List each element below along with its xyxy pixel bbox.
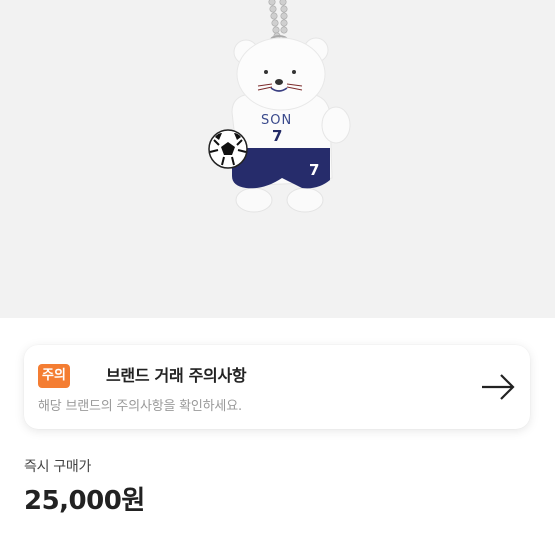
svg-text:SON: SON xyxy=(261,113,292,128)
product-image[interactable]: 7 SON 7 xyxy=(0,0,555,318)
svg-text:7: 7 xyxy=(309,161,319,179)
ball-chain xyxy=(268,0,288,40)
notice-description: 해당 브랜드의 주의사항을 확인하세요. xyxy=(38,399,242,414)
svg-text:7: 7 xyxy=(272,127,282,145)
brand-notice-card[interactable]: 주의 브랜드 거래 주의사항 해당 브랜드의 주의사항을 확인하세요. xyxy=(24,345,530,429)
instant-buy-price: 25,000원 xyxy=(24,486,145,516)
notice-title: 브랜드 거래 주의사항 xyxy=(106,366,247,385)
notice-badge: 주의 xyxy=(38,364,70,388)
instant-buy-price-label: 즉시 구매가 xyxy=(24,459,92,475)
bear-keyring-image: 7 SON 7 xyxy=(208,0,351,213)
arrow-right-icon[interactable] xyxy=(480,373,516,401)
soccer-ball xyxy=(208,129,248,169)
